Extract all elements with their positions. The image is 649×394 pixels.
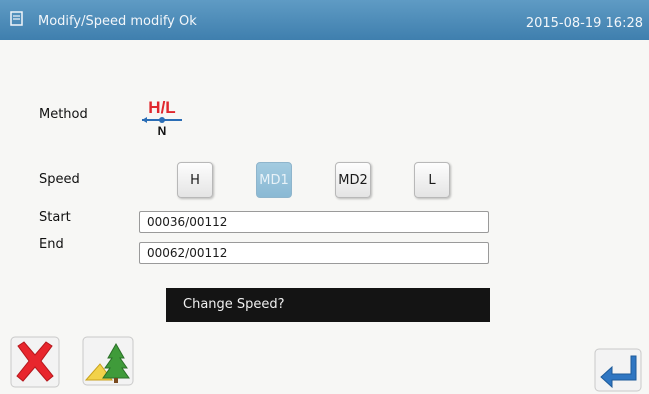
method-hl-icon[interactable]: H/L N (140, 96, 184, 138)
start-label: Start (39, 210, 71, 225)
screen-title: Modify/Speed modify Ok (38, 14, 197, 29)
end-field[interactable]: 00062/00112 (139, 242, 489, 264)
datetime: 2015-08-19 16:28 (525, 16, 643, 31)
start-field[interactable]: 00036/00112 (139, 211, 489, 233)
enter-icon[interactable] (594, 348, 642, 392)
tree-pattern-icon[interactable] (82, 336, 134, 386)
method-label: Method (39, 107, 88, 122)
method-icon-bottom-text: N (158, 124, 167, 138)
end-label: End (39, 237, 64, 252)
title-bar: Modify/Speed modify Ok 2015-08-19 16:28 (0, 0, 649, 40)
speed-md1-button[interactable]: MD1 (256, 162, 292, 198)
speed-label: Speed (39, 172, 80, 187)
close-icon[interactable] (10, 336, 60, 388)
method-icon-top-text: H/L (148, 98, 175, 117)
confirm-message: Change Speed? (166, 288, 490, 322)
document-icon (10, 11, 23, 26)
speed-l-button[interactable]: L (414, 162, 450, 198)
speed-h-button[interactable]: H (177, 162, 213, 198)
speed-md2-button[interactable]: MD2 (335, 162, 371, 198)
